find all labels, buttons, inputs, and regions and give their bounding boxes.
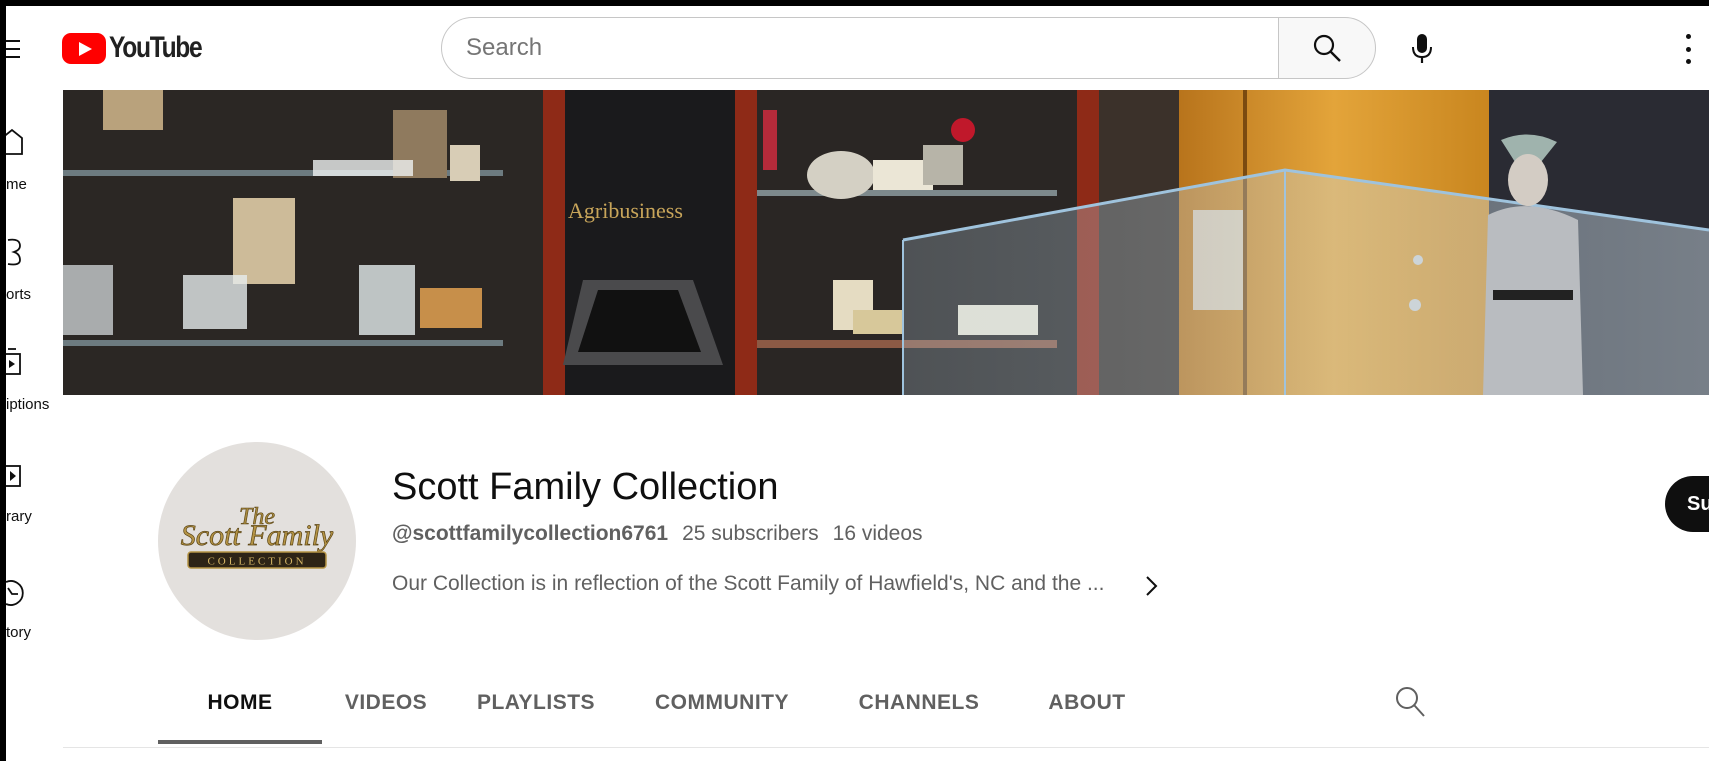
banner-sign-text: Agribusiness bbox=[568, 198, 683, 223]
guide-label-history: tory bbox=[6, 624, 32, 641]
tab-channels[interactable]: CHANNELS bbox=[822, 662, 1016, 744]
library-icon bbox=[6, 465, 21, 487]
active-tab-indicator bbox=[158, 740, 322, 744]
guide-label-shorts: orts bbox=[6, 286, 32, 303]
guide-label-home: me bbox=[6, 176, 27, 193]
guide-item-library[interactable]: rary bbox=[6, 462, 62, 558]
channel-handle: @scottfamilycollection6761 bbox=[392, 522, 669, 545]
tab-home[interactable]: HOME bbox=[158, 662, 322, 744]
channel-name: Scott Family Collection bbox=[392, 466, 779, 508]
microphone-icon bbox=[1412, 34, 1432, 63]
banner-image: Agribusiness bbox=[63, 90, 1709, 395]
subscriptions-icon bbox=[6, 348, 21, 375]
channel-meta: @scottfamilycollection6761 25 subscriber… bbox=[392, 522, 923, 546]
logo-text: YouTube bbox=[109, 31, 203, 64]
tab-about[interactable]: ABOUT bbox=[1016, 662, 1158, 744]
guide-label-subscriptions: iptions bbox=[6, 396, 50, 413]
channel-tabs: HOME VIDEOS PLAYLISTS COMMUNITY CHANNELS… bbox=[63, 662, 1709, 748]
search-button[interactable] bbox=[1278, 17, 1376, 79]
svg-text:Scott Family: Scott Family bbox=[181, 519, 334, 552]
masthead: YouTube bbox=[6, 6, 1709, 90]
channel-logo: The Scott Family COLLECTION bbox=[180, 504, 334, 569]
guide-item-shorts[interactable]: orts bbox=[6, 236, 62, 332]
guide-label-library: rary bbox=[6, 508, 32, 525]
subscribe-button[interactable]: Su bbox=[1665, 476, 1709, 532]
more-options-icon[interactable] bbox=[1682, 34, 1694, 64]
history-icon bbox=[6, 580, 24, 606]
tab-playlists[interactable]: PLAYLISTS bbox=[450, 662, 622, 744]
youtube-channel-page: YouTube me bbox=[6, 6, 1709, 761]
chevron-right-icon[interactable] bbox=[1139, 574, 1163, 598]
home-icon bbox=[6, 128, 23, 155]
youtube-logo[interactable]: YouTube bbox=[62, 31, 222, 65]
svg-text:COLLECTION: COLLECTION bbox=[207, 556, 306, 568]
channel-banner: Agribusiness bbox=[63, 90, 1709, 395]
channel-search-icon[interactable] bbox=[1394, 685, 1426, 719]
guide-item-history[interactable]: tory bbox=[6, 578, 62, 674]
tab-videos[interactable]: VIDEOS bbox=[322, 662, 450, 744]
channel-description[interactable]: Our Collection is in reflection of the S… bbox=[392, 572, 1104, 596]
shorts-icon bbox=[7, 238, 21, 266]
guide-item-home[interactable]: me bbox=[6, 126, 62, 222]
subscriber-count: 25 subscribers bbox=[682, 522, 819, 545]
menu-icon[interactable] bbox=[6, 40, 22, 60]
youtube-play-icon bbox=[62, 32, 106, 64]
tab-community[interactable]: COMMUNITY bbox=[622, 662, 822, 744]
search-input[interactable] bbox=[466, 34, 1279, 62]
search-box bbox=[441, 17, 1279, 79]
voice-search-button[interactable] bbox=[1401, 28, 1443, 70]
video-count: 16 videos bbox=[832, 522, 923, 545]
search-icon bbox=[1313, 34, 1341, 62]
channel-avatar[interactable]: The Scott Family COLLECTION bbox=[158, 442, 356, 640]
guide-item-subscriptions[interactable]: iptions bbox=[6, 346, 62, 442]
